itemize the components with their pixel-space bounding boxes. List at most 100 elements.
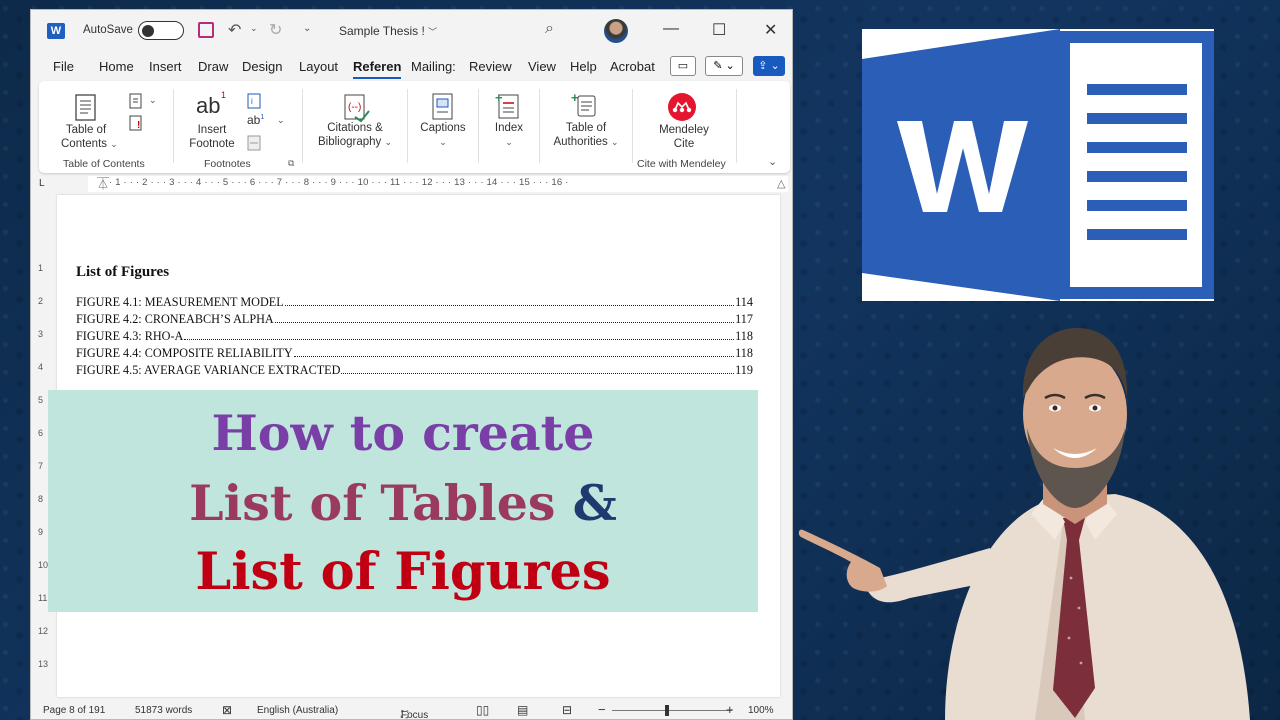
group-footnotes: ab 1 Insert Footnote i ab1 ⌄ Footnotes ⧉ bbox=[174, 81, 302, 173]
ribbon-tabs: File Home Insert Draw Design Layout Refe… bbox=[31, 56, 792, 80]
autosave-toggle[interactable] bbox=[138, 21, 184, 40]
svg-text:i: i bbox=[251, 97, 253, 106]
chevron-down-icon[interactable]: ⌄ bbox=[149, 95, 157, 106]
toc-button[interactable]: Table of Contents ⌄ bbox=[61, 123, 118, 151]
word-count[interactable]: 51873 words bbox=[135, 705, 192, 716]
citations-icon[interactable]: (--) bbox=[341, 93, 371, 123]
table-of-authorities-icon[interactable]: + bbox=[570, 91, 600, 121]
insert-footnote-button[interactable]: Insert Footnote bbox=[181, 123, 243, 151]
comments-button[interactable]: ▭ bbox=[670, 56, 696, 76]
avatar[interactable] bbox=[604, 19, 628, 43]
citations-bibliography-button[interactable]: Citations & Bibliography ⌄ bbox=[307, 121, 403, 149]
print-layout-icon[interactable]: ▤ bbox=[517, 703, 528, 717]
tab-review[interactable]: Review bbox=[469, 59, 512, 74]
save-icon[interactable] bbox=[198, 22, 214, 38]
tab-insert[interactable]: Insert bbox=[149, 59, 182, 74]
list-item[interactable]: FIGURE 4.4: COMPOSITE RELIABILITY 118 bbox=[76, 346, 753, 363]
title-banner: How to create List of Tables & List of F… bbox=[48, 390, 758, 612]
redo-icon[interactable]: ↻ bbox=[269, 20, 282, 40]
share-icon: ⇪ ⌄ bbox=[758, 60, 780, 72]
mendeley-cite-button[interactable]: Mendeley Cite bbox=[633, 123, 735, 151]
proofing-icon[interactable]: ⊠ bbox=[222, 703, 232, 717]
zoom-slider-thumb[interactable] bbox=[665, 705, 669, 716]
table-of-authorities-button[interactable]: Table of Authorities ⌄ bbox=[540, 121, 632, 149]
tab-mailings[interactable]: Mailing: bbox=[411, 59, 456, 74]
title-bar: W AutoSave ↶ ⌄ ↻ ⌄ Sample Thesis ! ﹀ ⌕ —… bbox=[31, 10, 792, 52]
footnotes-group-label: Footnotes bbox=[204, 158, 251, 170]
zoom-in-icon[interactable]: + bbox=[726, 702, 734, 717]
read-mode-icon[interactable]: ▯▯ bbox=[476, 703, 489, 717]
search-icon[interactable]: ⌕ bbox=[545, 20, 554, 38]
list-of-figures: FIGURE 4.1: MEASUREMENT MODEL 114 FIGURE … bbox=[76, 295, 753, 380]
group-index: + Index ⌄ bbox=[479, 81, 539, 173]
horizontal-ruler[interactable]: ⏄ · 1 · · · 2 · · · 3 · · · 4 · · · 5 · … bbox=[75, 175, 792, 192]
zoom-level[interactable]: 100% bbox=[748, 705, 774, 716]
zoom-slider[interactable] bbox=[612, 710, 732, 711]
tab-help[interactable]: Help bbox=[570, 59, 597, 74]
list-item[interactable]: FIGURE 4.3: RHO-A 118 bbox=[76, 329, 753, 346]
index-button[interactable]: Index ⌄ bbox=[479, 121, 539, 149]
captions-button[interactable]: Captions ⌄ bbox=[408, 121, 478, 149]
tab-home[interactable]: Home bbox=[99, 59, 134, 74]
index-icon[interactable]: + bbox=[494, 91, 524, 121]
tab-view[interactable]: View bbox=[528, 59, 556, 74]
word-app-icon: W bbox=[47, 23, 65, 39]
minimize-icon[interactable]: — bbox=[663, 20, 679, 38]
mendeley-icon[interactable] bbox=[666, 92, 698, 122]
tab-file[interactable]: File bbox=[53, 59, 74, 74]
group-citations: (--) Citations & Bibliography ⌄ bbox=[303, 81, 407, 173]
close-icon[interactable]: ✕ bbox=[764, 20, 777, 40]
indent-marker-icon[interactable]: ⏄ bbox=[97, 175, 109, 192]
show-notes-icon[interactable] bbox=[246, 135, 264, 151]
group-mendeley: Mendeley Cite Cite with Mendeley bbox=[633, 81, 735, 173]
web-layout-icon[interactable]: ⊟ bbox=[562, 703, 572, 717]
tab-references[interactable]: Referen bbox=[353, 59, 402, 79]
svg-text:!: ! bbox=[137, 120, 140, 131]
pencil-icon: ✎ ⌄ bbox=[713, 60, 735, 72]
tab-design[interactable]: Design bbox=[242, 59, 282, 74]
list-item[interactable]: FIGURE 4.2: CRONEABCH’S ALPHA 117 bbox=[76, 312, 753, 329]
language-status[interactable]: English (Australia) bbox=[257, 705, 338, 716]
toc-group-label: Table of Contents bbox=[63, 158, 145, 170]
captions-icon[interactable] bbox=[430, 93, 456, 121]
svg-text:(--): (--) bbox=[348, 102, 361, 113]
insert-footnote-icon[interactable]: ab bbox=[196, 93, 220, 119]
editing-button[interactable]: ✎ ⌄ bbox=[705, 56, 743, 76]
banner-line-2: List of Tables & bbox=[189, 474, 617, 532]
ribbon-references: Table of Contents ⌄ ⌄ ! Table of Content… bbox=[39, 81, 790, 173]
tab-layout[interactable]: Layout bbox=[299, 59, 338, 74]
status-bar: Page 8 of 191 51873 words ⊠ English (Aus… bbox=[31, 700, 792, 719]
chevron-down-icon: ⌄ bbox=[611, 137, 619, 147]
right-indent-marker-icon[interactable]: △ bbox=[777, 177, 785, 190]
add-text-icon[interactable] bbox=[128, 93, 144, 109]
chevron-down-icon[interactable]: ⌄ bbox=[277, 115, 285, 126]
table-of-contents-icon[interactable] bbox=[73, 94, 99, 122]
tab-acrobat[interactable]: Acrobat bbox=[610, 59, 655, 74]
insert-endnote-icon[interactable]: i bbox=[246, 93, 264, 109]
document-title[interactable]: Sample Thesis ! ﹀ bbox=[339, 24, 437, 38]
undo-icon[interactable]: ↶ bbox=[228, 20, 241, 40]
maximize-icon[interactable]: ☐ bbox=[712, 20, 726, 40]
chevron-down-icon: ﹀ bbox=[428, 27, 438, 37]
update-table-icon[interactable]: ! bbox=[128, 115, 144, 131]
collapse-ribbon-icon[interactable]: ⌄ bbox=[768, 155, 777, 168]
banner-line-3: List of Figures bbox=[195, 542, 611, 602]
dialog-launcher-icon[interactable]: ⧉ bbox=[288, 158, 294, 169]
zoom-out-icon[interactable]: − bbox=[598, 702, 606, 717]
tab-draw[interactable]: Draw bbox=[198, 59, 228, 74]
word-logo bbox=[862, 29, 1214, 301]
chevron-down-icon: ⌄ bbox=[110, 139, 118, 149]
mendeley-group-label: Cite with Mendeley bbox=[637, 158, 726, 170]
list-item[interactable]: FIGURE 4.5: AVERAGE VARIANCE EXTRACTED 11… bbox=[76, 363, 753, 380]
page-count[interactable]: Page 8 of 191 bbox=[43, 705, 105, 716]
undo-dropdown-icon[interactable]: ⌄ bbox=[250, 23, 258, 34]
share-button[interactable]: ⇪ ⌄ bbox=[753, 56, 785, 76]
vertical-ruler-numbers: 123 456 789 10 11 12 13 bbox=[38, 263, 49, 669]
superscript-icon: 1 bbox=[221, 90, 227, 100]
group-table-of-contents: Table of Contents ⌄ ⌄ ! Table of Content… bbox=[39, 81, 173, 173]
list-item[interactable]: FIGURE 4.1: MEASUREMENT MODEL 114 bbox=[76, 295, 753, 312]
group-table-of-authorities: + Table of Authorities ⌄ bbox=[540, 81, 632, 173]
customize-qat-icon[interactable]: ⌄ bbox=[303, 23, 311, 34]
ruler-numbers: · 1 · · · 2 · · · 3 · · · 4 · · · 5 · · … bbox=[109, 177, 569, 188]
next-footnote-icon[interactable]: ab1 bbox=[247, 113, 264, 127]
